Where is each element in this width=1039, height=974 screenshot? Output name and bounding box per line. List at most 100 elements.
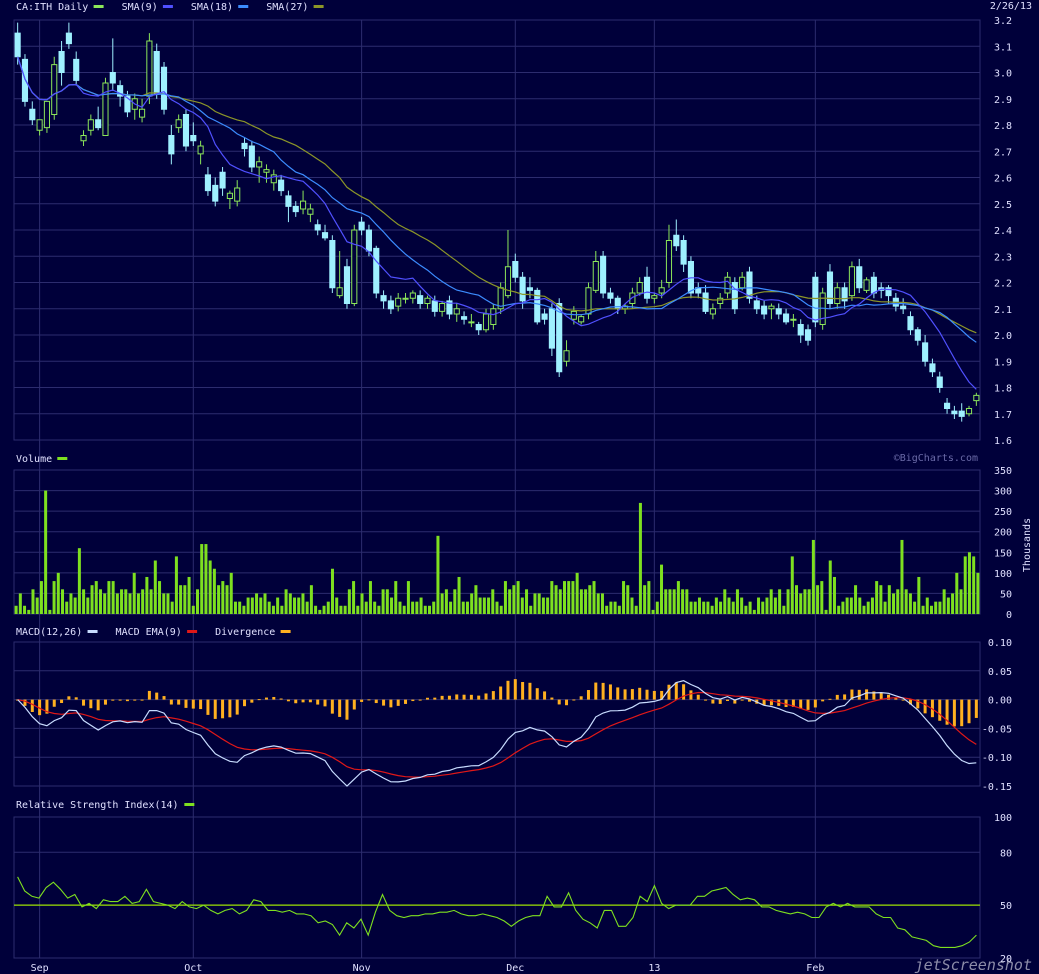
- candle-body: [651, 295, 658, 299]
- legend-swatch: [238, 5, 249, 8]
- volume-bar: [832, 576, 836, 614]
- divergence-bar: [257, 699, 261, 701]
- candle-body: [190, 135, 197, 142]
- volume-bar: [655, 601, 659, 614]
- volume-bar: [748, 601, 752, 614]
- volume-y-tick-label: 100: [994, 569, 1012, 580]
- candle-body: [512, 261, 519, 278]
- volume-bar: [187, 576, 191, 614]
- volume-bar: [508, 589, 512, 614]
- divergence-bar: [213, 699, 217, 719]
- rsi-y-tick-label: 80: [1000, 848, 1012, 859]
- volume-bar: [622, 581, 626, 614]
- volume-bar: [103, 593, 107, 614]
- volume-bar: [887, 585, 891, 614]
- candle-body: [519, 276, 526, 302]
- volume-y-tick-label: 200: [994, 528, 1012, 539]
- volume-bar: [786, 589, 790, 614]
- volume-bar: [778, 589, 782, 614]
- candle-body: [248, 145, 255, 168]
- candle-body: [417, 295, 424, 304]
- volume-bar: [554, 585, 558, 614]
- candle-body: [461, 316, 468, 320]
- x-tick-label: Sep: [31, 963, 49, 974]
- volume-bar: [845, 597, 849, 614]
- legend-label: CA:ITH Daily: [16, 2, 88, 13]
- volume-bar: [73, 597, 77, 614]
- volume-bar: [69, 593, 73, 614]
- volume-bar: [575, 572, 579, 614]
- candle-body: [702, 292, 709, 312]
- volume-bar: [946, 597, 950, 614]
- candle-body: [146, 40, 153, 97]
- divergence-bar: [638, 687, 642, 700]
- volume-bar: [925, 597, 929, 614]
- candle-body: [541, 313, 548, 320]
- candle-body: [490, 308, 497, 325]
- divergence-bar: [294, 699, 298, 704]
- divergence-bar: [221, 699, 225, 719]
- volume-bar: [263, 593, 267, 614]
- candle-body: [475, 324, 482, 331]
- divergence-bar: [382, 699, 386, 706]
- candle-body: [424, 297, 431, 304]
- volume-bar: [385, 589, 389, 614]
- volume-bar: [790, 556, 794, 614]
- legend-swatch: [57, 457, 68, 460]
- volume-bar: [23, 605, 27, 614]
- volume-bar: [44, 490, 48, 614]
- divergence-bar: [111, 699, 115, 701]
- volume-bar: [533, 593, 537, 614]
- volume-bar: [449, 601, 453, 614]
- divergence-bar: [169, 699, 173, 705]
- candle-body: [607, 292, 614, 299]
- divergence-bar: [726, 699, 730, 702]
- divergence-bar: [301, 699, 305, 703]
- volume-bar: [841, 601, 845, 614]
- divergence-bar: [601, 682, 605, 700]
- candle-body: [746, 271, 753, 299]
- candle-body: [797, 324, 804, 336]
- divergence-bar: [272, 696, 276, 700]
- volume-bar: [613, 601, 617, 614]
- divergence-bar: [813, 699, 817, 708]
- divergence-bar: [133, 699, 137, 701]
- candle-body: [900, 305, 907, 310]
- candle-body: [563, 350, 570, 362]
- volume-bar: [259, 597, 263, 614]
- volume-bar: [436, 535, 440, 614]
- legend-swatch: [162, 5, 173, 8]
- volume-bar: [558, 589, 562, 614]
- candle-body: [73, 58, 80, 81]
- volume-bar: [107, 581, 111, 614]
- volume-bar: [676, 581, 680, 614]
- volume-bar: [343, 605, 347, 614]
- legend-swatch: [93, 5, 104, 8]
- chart-background: [0, 0, 1039, 974]
- legend-swatch: [187, 630, 198, 633]
- volume-bar: [761, 601, 765, 614]
- volume-bar: [52, 581, 56, 614]
- volume-y-tick-label: 0: [1006, 610, 1012, 621]
- volume-bar: [94, 581, 98, 614]
- volume-bar: [765, 597, 769, 614]
- candle-body: [717, 297, 724, 304]
- volume-bar: [491, 589, 495, 614]
- candle-body: [168, 135, 175, 155]
- volume-bar: [495, 601, 499, 614]
- volume-bar: [174, 556, 178, 614]
- divergence-bar: [191, 699, 195, 709]
- volume-y-tick-label: 300: [994, 487, 1012, 498]
- candle-body: [973, 394, 980, 402]
- divergence-bar: [228, 699, 232, 718]
- candle-body: [256, 161, 263, 168]
- footer-watermark: jetScreenshot: [915, 956, 1032, 974]
- volume-bar: [166, 593, 170, 614]
- volume-bar: [65, 601, 69, 614]
- volume-bar: [706, 601, 710, 614]
- volume-bar: [921, 605, 925, 614]
- legend-label: Volume: [16, 454, 52, 465]
- candle-body: [856, 266, 863, 289]
- volume-bar: [120, 589, 124, 614]
- price-y-tick-label: 3.1: [994, 42, 1012, 53]
